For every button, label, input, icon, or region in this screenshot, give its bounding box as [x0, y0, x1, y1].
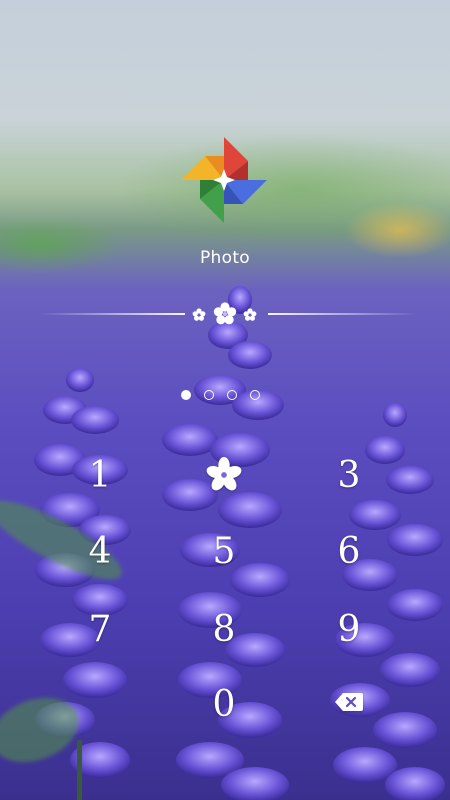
key-4[interactable]: 4 [70, 525, 130, 577]
key-7[interactable]: 7 [70, 603, 130, 655]
key-0[interactable]: 0 [194, 678, 254, 730]
pin-dot-empty [227, 390, 237, 400]
divider-left [40, 313, 185, 315]
key-1[interactable]: 1 [70, 449, 130, 501]
app-name: Photo [200, 248, 250, 268]
key-3[interactable]: 3 [319, 449, 379, 501]
backspace-icon [335, 693, 363, 711]
key-8[interactable]: 8 [194, 603, 254, 655]
key-6[interactable]: 6 [319, 525, 379, 577]
photos-pinwheel-logo-icon [181, 137, 267, 223]
pin-dot-empty [250, 390, 260, 400]
key-9[interactable]: 9 [319, 603, 379, 655]
key-5[interactable]: 5 [194, 525, 254, 577]
divider-right [268, 313, 418, 315]
cherry-blossom-ornament-icon [192, 302, 257, 325]
key-2-flower-icon[interactable] [194, 449, 254, 501]
pin-dot-filled [181, 390, 191, 400]
backspace-button[interactable] [319, 676, 379, 728]
pin-dot-empty [204, 390, 214, 400]
flower-icon [206, 456, 242, 491]
pin-indicator [181, 390, 260, 400]
